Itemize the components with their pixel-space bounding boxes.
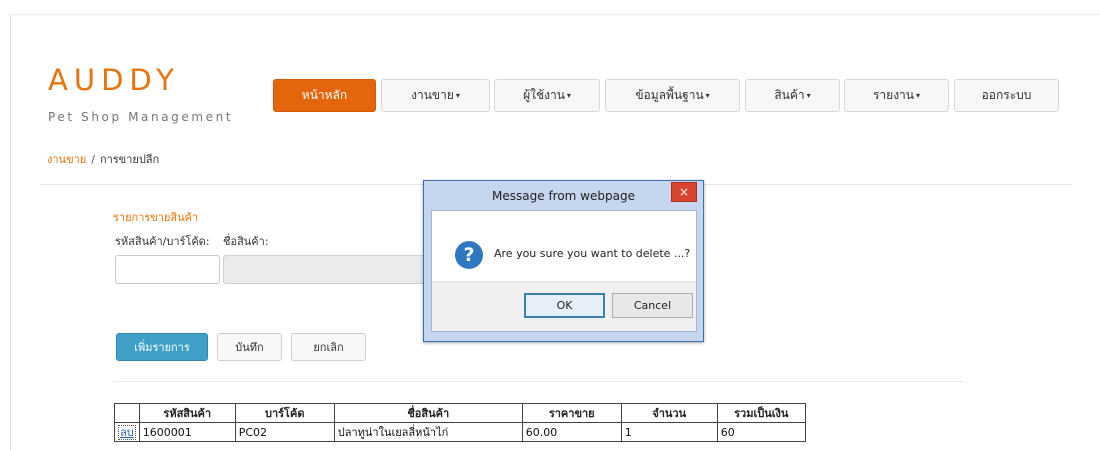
logo-title: AUDDY [48,63,180,97]
save-label: บันทึก [235,341,264,354]
add-item-button[interactable]: เพิ่มรายการ [116,333,208,361]
table-cell-total: 60 [716,422,806,442]
divider [113,381,963,382]
section-title: รายการขายสินค้า [113,211,199,224]
delete-row-link[interactable]: ลบ [118,425,136,440]
nav-reports-menu[interactable]: รายงาน ▾ [844,79,949,112]
breadcrumb-separator: / [91,153,95,166]
code-input[interactable] [115,255,220,284]
dialog-footer: OK Cancel [432,281,696,331]
column-header-action [114,403,140,423]
column-header-price: ราคาขาย [521,403,622,423]
chevron-down-icon: ▾ [705,91,710,100]
chevron-down-icon: ▾ [566,91,571,100]
breadcrumb-current: การขายปลีก [99,153,160,166]
nav-products-label: สินค้า [774,88,805,102]
nav-home-label: หน้าหลัก [301,88,348,102]
name-input [223,255,428,284]
save-button[interactable]: บันทึก [217,333,282,361]
add-item-label: เพิ่มรายการ [134,341,190,354]
close-icon[interactable]: × [671,182,697,202]
sales-items-table: รหัสสินค้า บาร์โค้ด ชื่อสินค้า ราคาขาย จ… [114,403,806,442]
nav-home-button[interactable]: หน้าหลัก [273,79,376,112]
breadcrumb-sales-link[interactable]: งานขาย [47,153,86,166]
column-header-name: ชื่อสินค้า [333,403,523,423]
ok-button[interactable]: OK [524,293,605,318]
dialog-body: ? Are you sure you want to delete ...? O… [431,210,697,332]
nav-master-data-label: ข้อมูลพื้นฐาน [635,88,704,102]
dialog-titlebar[interactable]: Message from webpage [424,181,703,210]
ok-label: OK [556,299,573,312]
dialog-cancel-button[interactable]: Cancel [612,293,693,318]
column-header-barcode: บาร์โค้ด [234,403,335,423]
dialog-title: Message from webpage [492,188,635,203]
table-header-row: รหัสสินค้า บาร์โค้ด ชื่อสินค้า ราคาขาย จ… [114,403,806,423]
table-cell-price: 60.00 [521,422,622,442]
dialog-cancel-label: Cancel [633,299,672,312]
name-label: ชื่อสินค้า: [223,235,269,248]
table-cell-barcode: PC02 [234,422,335,442]
confirm-dialog: Message from webpage × ? Are you sure yo… [423,180,704,342]
table-cell-qty: 1 [620,422,718,442]
nav-reports-label: รายงาน [872,88,914,102]
nav-logout-label: ออกระบบ [981,88,1032,102]
column-header-qty: จำนวน [620,403,718,423]
chevron-down-icon: ▾ [806,91,811,100]
table-row: ลบ 1600001 PC02 ปลาทูน่าในเยลลี่หน้าไก่ … [114,422,806,442]
column-header-code: รหัสสินค้า [138,403,236,423]
nav-master-data-menu[interactable]: ข้อมูลพื้นฐาน ▾ [605,79,740,112]
table-cell-code: 1600001 [138,422,236,442]
chevron-down-icon: ▾ [916,91,921,100]
code-label: รหัสสินค้า/บาร์โค้ด: [115,235,210,248]
nav-sales-menu[interactable]: งานขาย ▾ [381,79,490,112]
breadcrumb: งานขาย / การขายปลีก [47,150,159,168]
column-header-total: รวมเป็นเงิน [716,403,806,423]
nav-sales-label: งานขาย [411,88,454,102]
logo: AUDDY Pet Shop Management [48,64,268,124]
table-cell-action: ลบ [114,422,140,442]
cancel-button[interactable]: ยกเลิก [291,333,366,361]
dialog-message: Are you sure you want to delete ...? [494,247,691,260]
question-icon: ? [455,241,483,269]
table-cell-name: ปลาทูน่าในเยลลี่หน้าไก่ [333,422,523,442]
nav-logout-button[interactable]: ออกระบบ [954,79,1059,112]
nav-products-menu[interactable]: สินค้า ▾ [745,79,840,112]
logo-subtitle: Pet Shop Management [48,110,234,124]
nav-users-menu[interactable]: ผู้ใช้งาน ▾ [494,79,600,112]
chevron-down-icon: ▾ [455,91,460,100]
cancel-label: ยกเลิก [313,341,344,354]
nav-users-label: ผู้ใช้งาน [523,88,565,102]
